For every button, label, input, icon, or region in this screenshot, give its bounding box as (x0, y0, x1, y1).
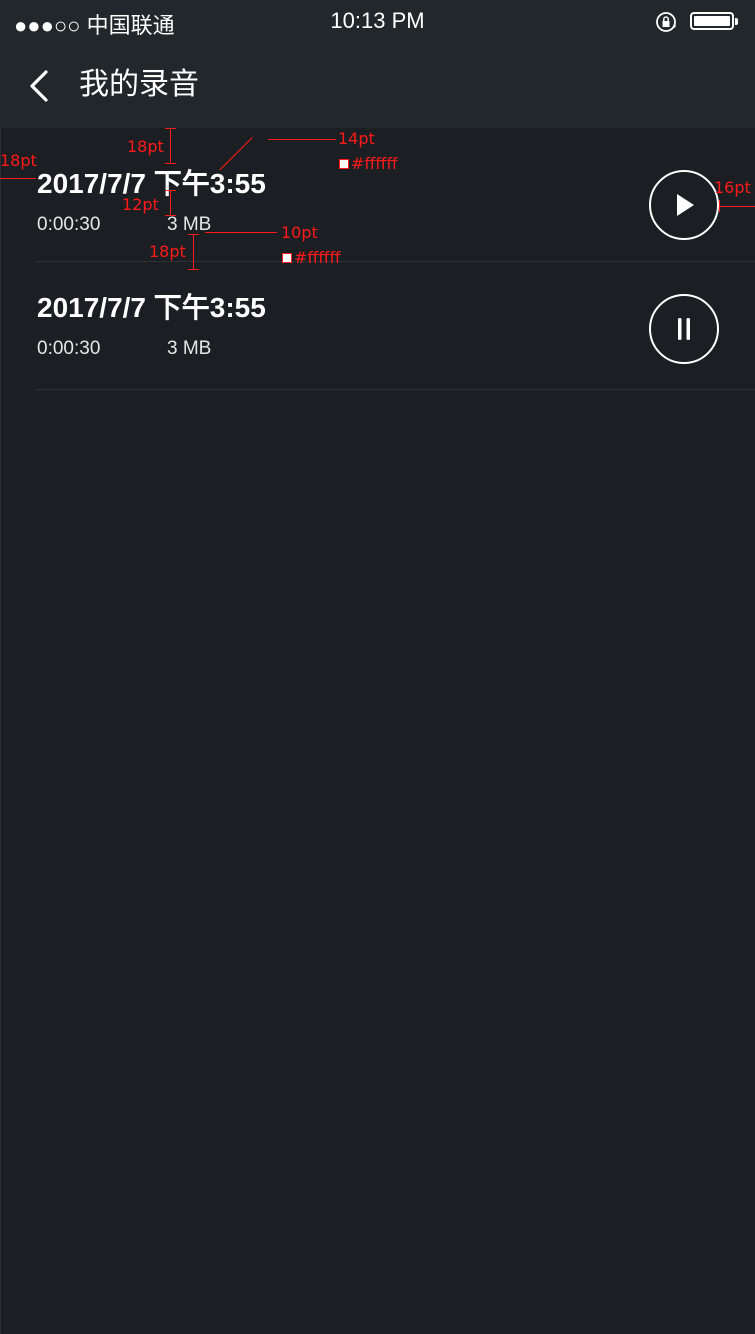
annotation-meta-color: #ffffff (294, 248, 341, 267)
back-arrow-icon[interactable] (24, 66, 56, 106)
annotation-mid-cap (165, 215, 176, 216)
annotation-left-line (0, 178, 36, 179)
annotation-title-leader (268, 139, 336, 140)
annotation-right-line (719, 206, 755, 207)
annotation-right-cap (719, 200, 720, 212)
pause-icon (678, 318, 690, 340)
annotation-bottom-line (193, 234, 194, 270)
annotation-top-gap: 18pt (127, 137, 164, 156)
annotation-meta-size: 10pt (281, 223, 318, 242)
annotation-left-margin: 18pt (0, 151, 37, 170)
recording-title: 2017/7/7 下午3:55 (37, 292, 266, 323)
annotation-top-cap (165, 128, 176, 129)
nav-bar: 我的录音 (0, 44, 755, 128)
annotation-top-cap (165, 163, 176, 164)
annotation-mid-cap (165, 190, 176, 191)
play-button[interactable] (649, 170, 719, 240)
annotation-title-size: 14pt (338, 129, 375, 148)
annotation-title-meta-gap: 12pt (122, 195, 159, 214)
annotation-meta-swatch (282, 253, 292, 263)
annotation-right-margin: 16pt (714, 178, 751, 197)
play-icon (677, 194, 694, 216)
annotation-mid-line (170, 190, 171, 216)
annotation-bottom-cap (188, 269, 199, 270)
recording-item[interactable]: 2017/7/7 下午3:55 0:00:30 3 MB (0, 262, 755, 390)
annotation-title-color: #ffffff (351, 154, 398, 173)
annotation-bottom-gap: 18pt (149, 242, 186, 261)
annotation-meta-leader (205, 232, 277, 233)
battery-icon (690, 12, 738, 30)
recording-item[interactable]: 2017/7/7 下午3:55 0:00:30 3 MB (0, 128, 755, 262)
rotation-lock-icon (656, 12, 676, 32)
recording-duration: 0:00:30 (37, 338, 101, 359)
annotation-title-swatch (339, 159, 349, 169)
header: ●●●○○ 中国联通 10:13 PM 我的录音 (0, 0, 755, 128)
status-bar: ●●●○○ 中国联通 10:13 PM (0, 0, 755, 44)
page-title: 我的录音 (79, 68, 199, 101)
recording-duration: 0:00:30 (37, 214, 101, 235)
annotation-top-line (170, 128, 171, 164)
row-divider (35, 389, 755, 390)
recording-size: 3 MB (167, 338, 212, 359)
status-time: 10:13 PM (330, 8, 425, 33)
pause-button[interactable] (649, 294, 719, 364)
annotation-bottom-cap (188, 234, 199, 235)
